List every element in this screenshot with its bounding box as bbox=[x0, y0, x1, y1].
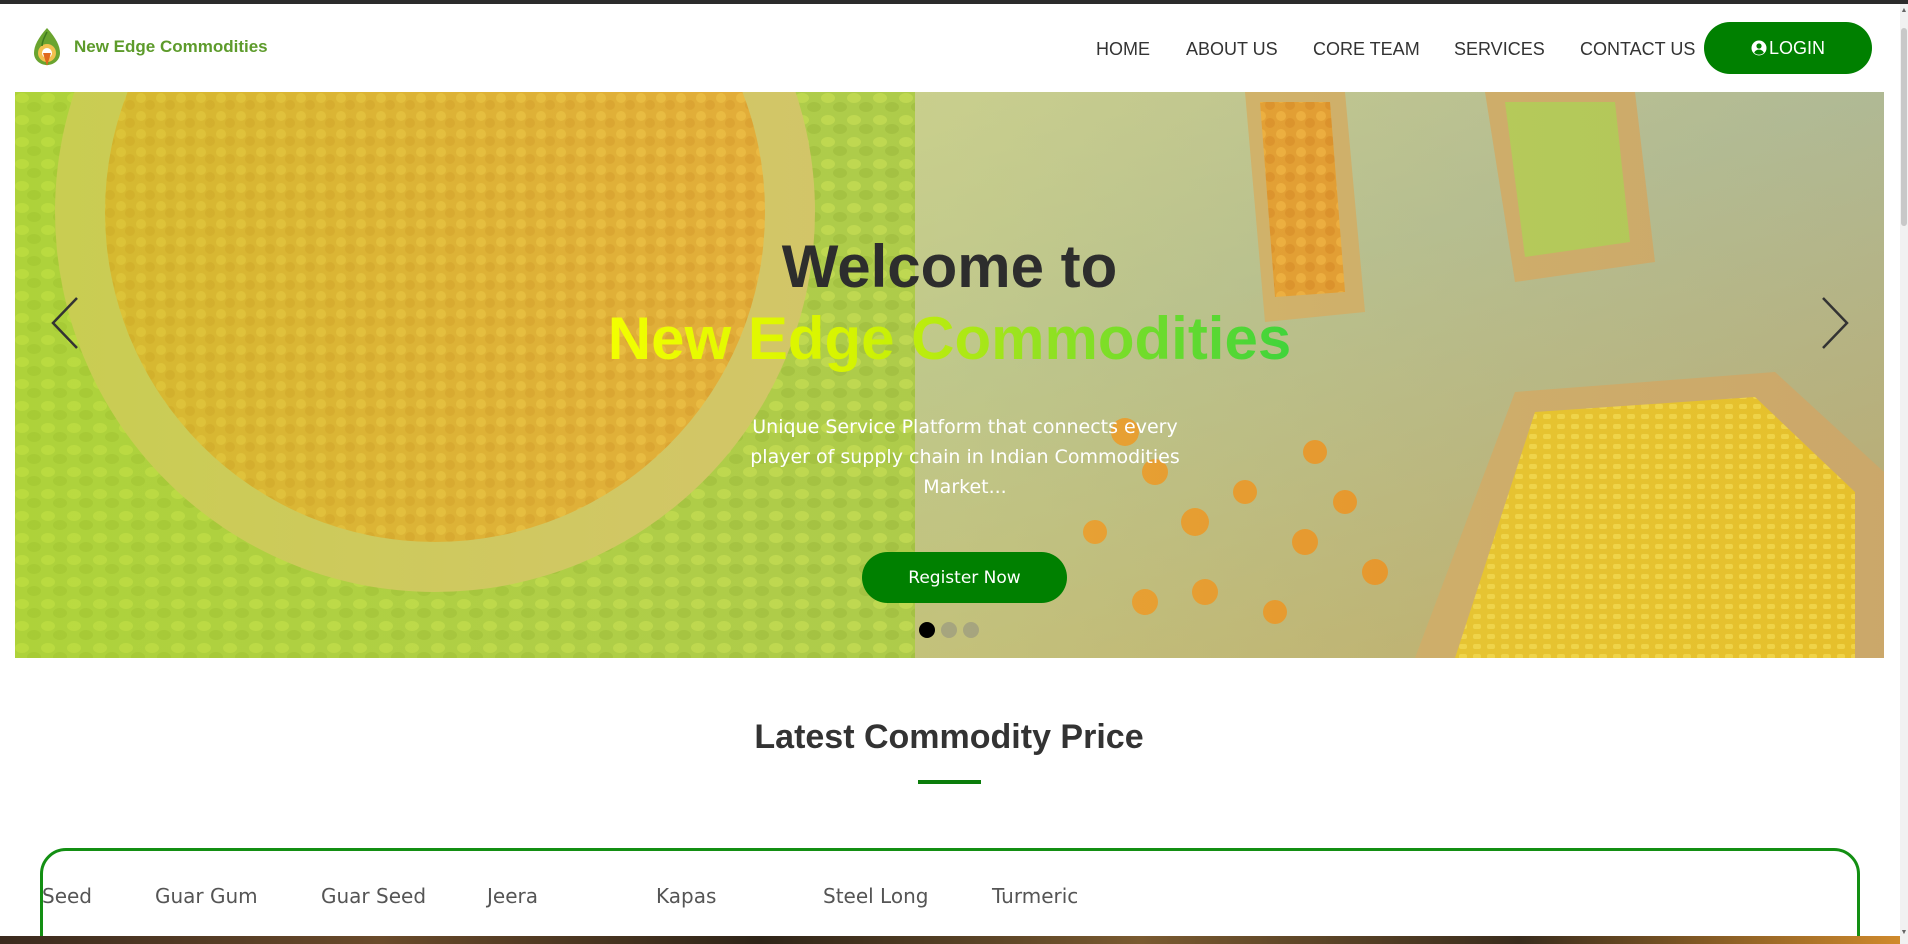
nav-services[interactable]: SERVICES bbox=[1454, 39, 1545, 60]
ticker-item[interactable]: Jeera bbox=[487, 884, 538, 908]
ticker-item[interactable]: Guar Gum bbox=[155, 884, 258, 908]
nav-contact-us[interactable]: CONTACT US bbox=[1580, 39, 1695, 60]
scroll-up-arrow-icon[interactable]: ▲ bbox=[1900, 6, 1908, 16]
login-button[interactable]: LOGIN bbox=[1704, 22, 1872, 74]
scroll-down-arrow-icon[interactable]: ▼ bbox=[1900, 928, 1908, 938]
ticker-item[interactable]: Guar Seed bbox=[321, 884, 426, 908]
site-header: New Edge Commodities HOME ABOUT US CORE … bbox=[0, 4, 1900, 92]
brand-name: New Edge Commodities bbox=[74, 37, 268, 56]
next-section-image-edge bbox=[0, 936, 1900, 944]
chevron-right-icon[interactable] bbox=[1815, 288, 1855, 358]
hero-carousel: Welcome to New Edge Commodities Unique S… bbox=[15, 92, 1884, 658]
carousel-indicators bbox=[919, 622, 979, 638]
ticker-item[interactable]: Kapas bbox=[656, 884, 716, 908]
title-underline bbox=[918, 780, 981, 784]
hero-title-brand-text: New Edge Commodities bbox=[607, 305, 1292, 372]
hero-title-welcome: Welcome to bbox=[781, 233, 1118, 300]
brand-logo-icon bbox=[34, 28, 60, 66]
nav-core-team[interactable]: CORE TEAM bbox=[1313, 39, 1420, 60]
hero-title-brand: New Edge Commodities bbox=[15, 304, 1884, 373]
brand-logo[interactable]: New Edge Commodities bbox=[32, 26, 268, 68]
login-label: LOGIN bbox=[1768, 37, 1825, 58]
scroll-thumb[interactable] bbox=[1901, 28, 1907, 226]
carousel-dot-2[interactable] bbox=[941, 622, 957, 638]
ticker-item[interactable]: Steel Long bbox=[823, 884, 928, 908]
carousel-dot-3[interactable] bbox=[963, 622, 979, 638]
commodity-price-ticker-box bbox=[40, 848, 1860, 944]
hero-subtitle: Unique Service Platform that connects ev… bbox=[750, 416, 1180, 498]
ticker-item[interactable]: Seed bbox=[42, 884, 92, 908]
page-scrollbar[interactable]: ▲ ▼ bbox=[1900, 4, 1908, 944]
commodity-price-title: Latest Commodity Price bbox=[754, 718, 1144, 756]
ticker-item[interactable]: Turmeric bbox=[992, 884, 1078, 908]
register-now-button[interactable]: Register Now bbox=[862, 552, 1067, 603]
nav-home[interactable]: HOME bbox=[1096, 39, 1150, 60]
carousel-dot-1[interactable] bbox=[919, 622, 935, 638]
chevron-left-icon[interactable] bbox=[45, 288, 85, 358]
nav-about-us[interactable]: ABOUT US bbox=[1186, 39, 1278, 60]
user-circle-icon bbox=[1751, 40, 1767, 56]
